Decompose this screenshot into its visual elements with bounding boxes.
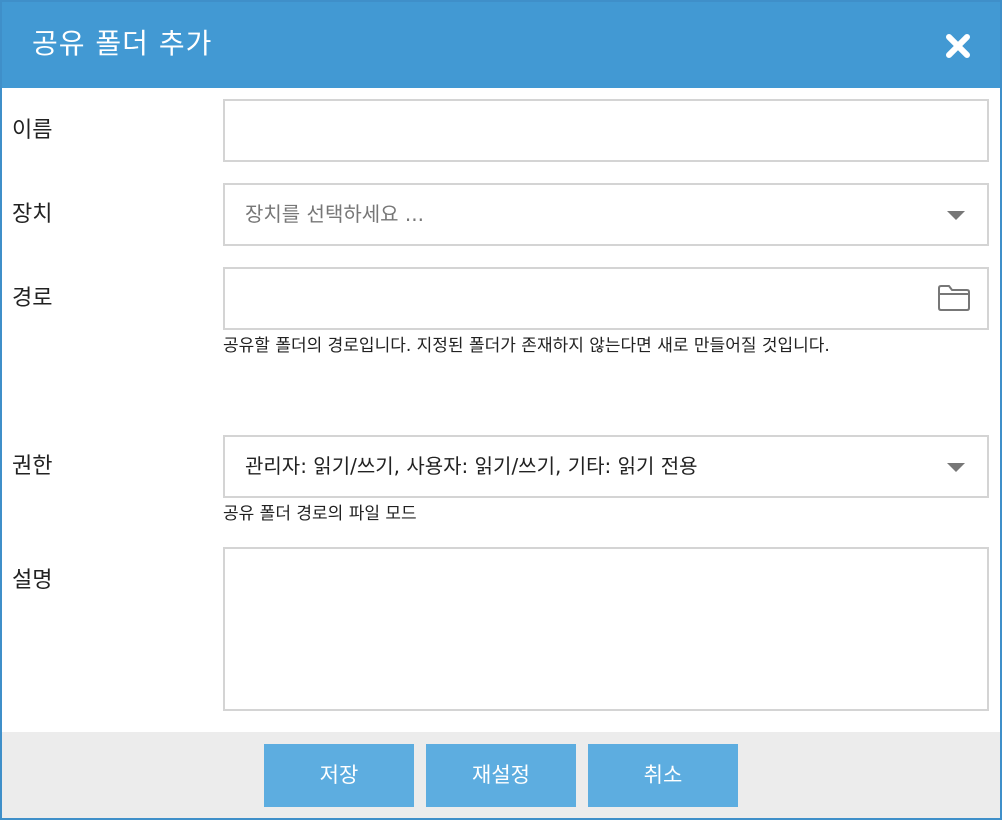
device-label: 장치 bbox=[12, 202, 53, 227]
cancel-button[interactable]: 취소 bbox=[588, 744, 738, 807]
path-input[interactable] bbox=[225, 269, 987, 328]
description-field-box bbox=[223, 547, 989, 711]
dialog-titlebar: 공유 폴더 추가 bbox=[2, 2, 1000, 88]
close-icon[interactable] bbox=[942, 30, 974, 62]
description-textarea[interactable] bbox=[225, 549, 987, 709]
name-field-box bbox=[223, 99, 989, 162]
name-input[interactable] bbox=[225, 101, 987, 160]
chevron-down-icon bbox=[947, 211, 965, 220]
device-select-placeholder: 장치를 선택하세요 ... bbox=[245, 202, 424, 226]
description-label: 설명 bbox=[12, 568, 53, 593]
device-select[interactable]: 장치를 선택하세요 ... bbox=[223, 183, 989, 246]
add-shared-folder-dialog: 공유 폴더 추가 이름 장치 장치를 선택하세요 ... 경로 공유할 폴더의 … bbox=[0, 0, 1002, 820]
permission-help-text: 공유 폴더 경로의 파일 모드 bbox=[223, 504, 417, 524]
permission-label: 권한 bbox=[12, 454, 53, 479]
dialog-footer: 저장 재설정 취소 bbox=[2, 732, 1000, 818]
folder-icon[interactable] bbox=[937, 284, 971, 312]
reset-button[interactable]: 재설정 bbox=[426, 744, 576, 807]
name-label: 이름 bbox=[12, 118, 53, 143]
path-field-box bbox=[223, 267, 989, 330]
permission-selected-value: 관리자: 읽기/쓰기, 사용자: 읽기/쓰기, 기타: 읽기 전용 bbox=[245, 454, 698, 478]
path-label: 경로 bbox=[12, 286, 53, 311]
save-button[interactable]: 저장 bbox=[264, 744, 414, 807]
dialog-title: 공유 폴더 추가 bbox=[32, 27, 213, 60]
permission-select[interactable]: 관리자: 읽기/쓰기, 사용자: 읽기/쓰기, 기타: 읽기 전용 bbox=[223, 435, 989, 498]
path-help-text: 공유할 폴더의 경로입니다. 지정된 폴더가 존재하지 않는다면 새로 만들어질… bbox=[223, 336, 830, 356]
chevron-down-icon bbox=[947, 463, 965, 472]
